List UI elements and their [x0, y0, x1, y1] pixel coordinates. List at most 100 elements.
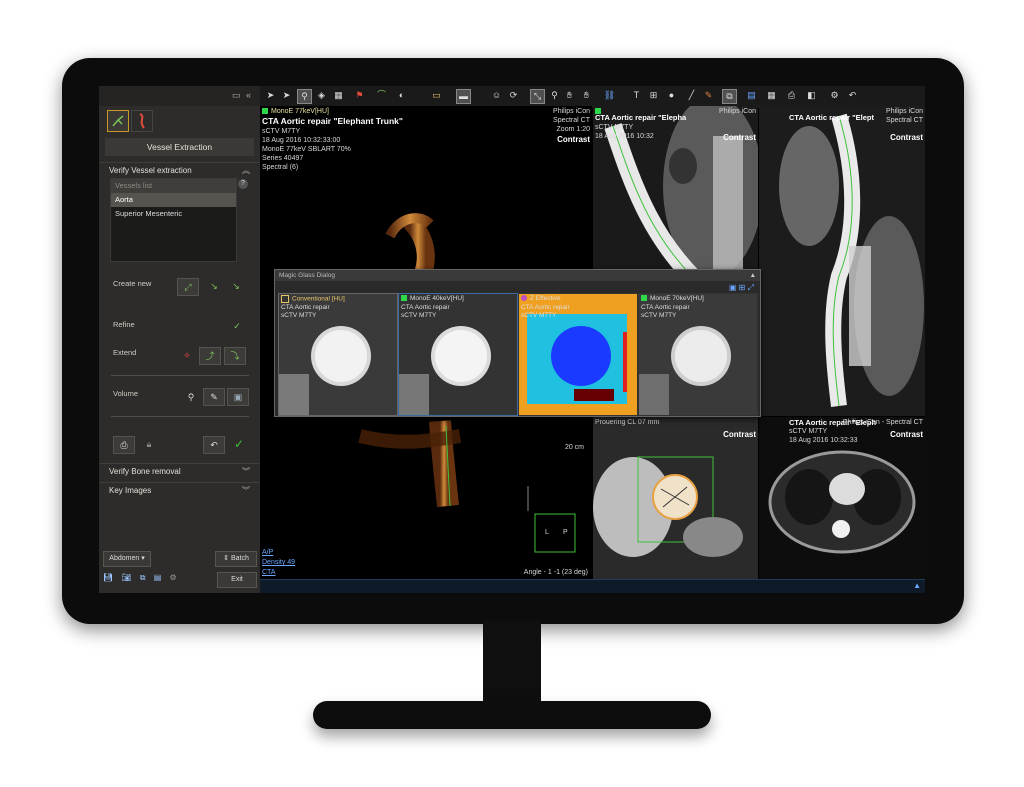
report-icon[interactable]: ▤ [154, 573, 162, 582]
key-images-label: Key Images [109, 486, 152, 495]
copy-view-icon[interactable]: ⧉ [722, 89, 737, 104]
brush-button[interactable]: ✎ [203, 388, 225, 406]
export-button[interactable]: ⎙ [113, 436, 135, 454]
crosshair-icon[interactable]: ⤡ [530, 89, 545, 104]
tile-conventional[interactable]: Conventional [HU] CTA Aortic repair sCTV… [278, 293, 398, 416]
camera-icon[interactable]: 📷︎ [121, 573, 131, 582]
lock-icon[interactable]: 🔒︎ [139, 436, 159, 452]
accept-check-icon[interactable]: ✓ [229, 436, 249, 452]
person-icon[interactable]: ⚑ [353, 89, 366, 102]
zoom-icon[interactable]: ⚲ [548, 89, 561, 102]
verify-vessel-section[interactable]: Verify Vessel extraction ︽ [99, 162, 260, 179]
create-vessel-button[interactable]: ⤢ [177, 278, 199, 296]
chevron-down-icon[interactable]: ︾ [242, 483, 250, 499]
tile-label: Z Effective [521, 295, 561, 302]
undo-button[interactable]: ↶ [203, 436, 225, 454]
bottom-tools-row: 💾︎ 📷︎ ⧉ ▤ ⚙ [103, 573, 213, 585]
magnify-icon[interactable]: ⚲ [297, 89, 312, 104]
vessel-item-superior-mesenteric[interactable]: Superior Mesenteric [111, 207, 236, 221]
print-icon[interactable]: ⎙ [785, 89, 798, 102]
visible-indicator-icon[interactable] [262, 108, 268, 115]
volume-walk-icon[interactable]: ⚲ [181, 389, 201, 405]
minimize-icon[interactable]: ▭ [232, 90, 241, 101]
create-path-button[interactable]: ↘ [226, 278, 246, 294]
abdomen-dropdown[interactable]: Abdomen ▾ [103, 551, 151, 567]
density-link[interactable]: Density 49 [262, 559, 295, 567]
text-tool-icon[interactable]: T [630, 89, 643, 102]
pointer-icon[interactable]: ➤ [264, 89, 277, 102]
layout-icon[interactable]: ▬ [456, 89, 471, 104]
dialog-collapse-icon[interactable]: ▲ [750, 270, 756, 281]
annotation-icon[interactable]: ✎ [702, 89, 715, 102]
tile-mono-70[interactable]: MonoE 70keV[HU] CTA Aortic repair sCTV M… [638, 293, 758, 416]
centerline-mode-tab[interactable] [131, 110, 153, 132]
extend-label: Extend [113, 348, 137, 357]
curve-tool-icon[interactable]: ⌒ [375, 89, 388, 102]
tile-sub: CTA Aortic repair [401, 304, 450, 311]
copy-icon[interactable]: ⧉ [140, 573, 146, 582]
help-icon[interactable]: ? [238, 179, 248, 189]
coronal-viewport[interactable]: CTA Aortic repair "Elept Philips iCon Sp… [759, 106, 925, 416]
expand-icon[interactable]: ⤢ [748, 283, 754, 292]
save-icon[interactable]: 💾︎ [103, 573, 113, 582]
hand-alt-icon[interactable]: ✋︎ [580, 89, 593, 102]
zoom-readout: Zoom 1:20 [556, 126, 590, 133]
volume-label: Volume [113, 389, 139, 398]
grid-icon[interactable]: ▦ [765, 89, 778, 102]
crosscut-image [593, 417, 758, 579]
collapse-panel-icon[interactable]: « [246, 90, 251, 100]
line-tool-icon[interactable]: ╱ [685, 89, 698, 102]
refine-button[interactable]: ✓ [227, 318, 247, 334]
vessel-mode-tab[interactable] [107, 110, 129, 132]
vessel-item-aorta[interactable]: Aorta [111, 193, 236, 207]
settings-icon[interactable]: ⚙ [170, 573, 177, 582]
measure-icon[interactable]: ⊞ [647, 89, 660, 102]
tile-sub: CTA Aortic repair [521, 304, 570, 311]
view-orientation-link[interactable]: A/P [262, 549, 273, 557]
curved-vessel-icon [139, 113, 145, 129]
pointer-alt-icon[interactable]: ➤ [280, 89, 293, 102]
window-level-icon[interactable]: ▭ [430, 89, 443, 102]
exit-button[interactable]: Exit [217, 572, 257, 588]
cube-icon[interactable]: ◈ [315, 89, 328, 102]
layout-icon[interactable]: ⊞ [739, 283, 746, 292]
status-expand-icon[interactable]: ▲ [913, 581, 921, 590]
dialog-title-bar: Magic Glass Dialog ▲ [275, 270, 760, 281]
extend-down-button[interactable]: ⤵ [224, 347, 246, 365]
batch-button[interactable]: ⇕ Batch [215, 551, 257, 567]
display-icon[interactable]: ◧ [805, 89, 818, 102]
dialog-tools: ▣ ⊞ ⤢ [729, 283, 754, 293]
tile-mono-40[interactable]: MonoE 40keV[HU] CTA Aortic repair sCTV M… [398, 293, 518, 416]
pan-hand-icon[interactable]: ✋︎ [563, 89, 576, 102]
verify-bone-section[interactable]: Verify Bone removal ︾ [99, 463, 260, 480]
link-icon[interactable]: ⛓︎ [603, 89, 616, 102]
axial-viewport[interactable]: CTA Aortic repair "Eleph sCTV M7TY 18 Au… [759, 417, 925, 579]
cor-title: CTA Aortic repair "Elept [789, 113, 874, 122]
extend-start-button[interactable]: ⟡ [177, 347, 197, 363]
sag-title: CTA Aortic repair "Elepha [595, 113, 687, 122]
recon-info: MonoE 77keV SBLART 70% [262, 146, 351, 153]
list-icon[interactable]: ▤ [745, 89, 758, 102]
create-branch-button[interactable]: ↘ [204, 278, 224, 294]
head-icon[interactable]: ☺ [490, 89, 503, 102]
save-icon[interactable]: ▣ [729, 283, 737, 292]
crosscut-viewport[interactable]: Prouering CL 07 mm Contrast [593, 417, 758, 579]
axial-vendor: Philips iCon - Spectral CT [842, 419, 923, 426]
protocol-link[interactable]: CTA [262, 569, 275, 577]
axial-date: 18 Aug 2016 10:32:33 [789, 437, 858, 444]
rotate-icon[interactable]: ⟳ [507, 89, 520, 102]
layers-icon[interactable]: ▦ [332, 89, 345, 102]
create-new-label: Create new [113, 279, 152, 288]
key-images-section[interactable]: Key Images ︾ [99, 482, 260, 499]
chevron-down-icon[interactable]: ︾ [242, 464, 250, 480]
ellipse-roi-icon[interactable]: ● [665, 89, 678, 102]
panel-top-bar: ▭ « [99, 86, 260, 106]
chevron-up-icon[interactable]: ︽ [242, 163, 250, 179]
extend-up-button[interactable]: ⤴ [199, 347, 221, 365]
undo-icon[interactable]: ↶ [846, 89, 859, 102]
sag-contrast: Contrast [723, 133, 756, 142]
tile-z-effective[interactable]: Z Effective CTA Aortic repair sCTV M7TY [518, 293, 638, 416]
gear-icon[interactable]: ⚙ [828, 89, 841, 102]
volume-edit-button[interactable]: ▣ [227, 388, 249, 406]
sphere-icon[interactable]: ◐ [395, 89, 408, 102]
